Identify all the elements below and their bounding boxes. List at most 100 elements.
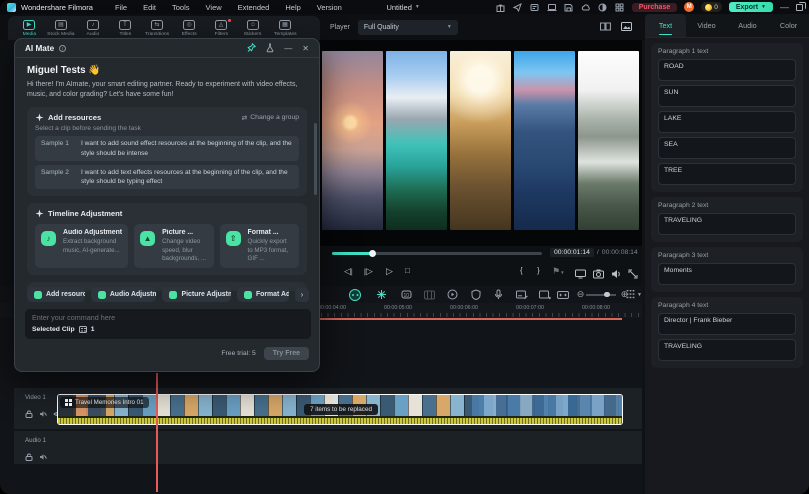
feature-format-adjustment[interactable]: ⇧ Format ... Quickly export to MP3 forma… [220, 224, 299, 268]
previous-frame-button[interactable]: ◁| [344, 265, 353, 279]
text-field-moments[interactable]: Moments [658, 263, 796, 285]
project-title[interactable]: Untitled▼ [386, 3, 419, 12]
ai-mate-header[interactable]: AI Mate i — ✕ [15, 39, 319, 58]
ai-copilot-button[interactable] [348, 288, 361, 301]
device-icon[interactable] [547, 2, 557, 12]
quality-select[interactable]: Full Quality▼ [358, 20, 458, 35]
tab-filters[interactable]: ◬Filters [206, 20, 236, 37]
text-field-sun[interactable]: SUN [658, 85, 796, 107]
playhead[interactable] [156, 373, 158, 492]
tab-transitions[interactable]: ⇆Transitions [142, 20, 172, 37]
menu-extended[interactable]: Extended [230, 3, 278, 12]
restore-button[interactable] [796, 4, 803, 11]
chips-next-button[interactable]: › [295, 288, 309, 302]
feature-audio-adjustment[interactable]: ♪ Audio Adjustment Extract background mu… [35, 224, 128, 268]
send-icon[interactable] [513, 2, 523, 12]
chip-add-resources[interactable]: Add resources [27, 287, 85, 302]
minimize-panel-icon[interactable]: — [284, 44, 292, 53]
mirror-screen-icon[interactable] [575, 266, 586, 284]
save-icon[interactable] [564, 2, 574, 12]
film-button[interactable] [423, 288, 436, 301]
zoom-slider[interactable] [586, 294, 616, 296]
mask-preview-icon[interactable] [621, 18, 632, 36]
chip-audio-adjustment[interactable]: Audio Adjustment [91, 287, 157, 302]
info-icon[interactable]: i [59, 45, 66, 52]
seek-bar[interactable] [332, 252, 542, 255]
timeline-clip[interactable]: Travel Memories Intro 01 7 items to be r… [57, 394, 623, 425]
tab-templates[interactable]: ▦Templates [270, 20, 300, 37]
menu-version[interactable]: Version [309, 3, 350, 12]
avatar[interactable]: M [684, 2, 694, 12]
tab-audio[interactable]: ♪Audio [78, 20, 108, 37]
menu-file[interactable]: File [107, 3, 135, 12]
mark-out-button[interactable]: } [537, 265, 540, 277]
snapshot-icon[interactable] [593, 266, 604, 284]
menu-view[interactable]: View [198, 3, 230, 12]
chevron-down-icon[interactable]: ▼ [637, 292, 642, 298]
change-group-button[interactable]: ⇄Change a group [242, 114, 299, 122]
render-preview-button[interactable] [446, 288, 459, 301]
text-field-traveling-2[interactable]: TRAVELING [658, 339, 796, 361]
lock-icon[interactable] [25, 405, 33, 423]
video-preview[interactable] [320, 40, 642, 246]
minimize-button[interactable]: — [780, 4, 789, 10]
sample-2[interactable]: Sample 2 I want to add text effects reso… [35, 165, 299, 189]
purchase-button[interactable]: Purchase [632, 3, 678, 12]
tab-video[interactable]: Video [686, 14, 727, 37]
split-screen-icon[interactable] [600, 18, 611, 36]
subtitle-edit-button[interactable] [515, 288, 528, 301]
play-button[interactable]: ▷ [386, 265, 393, 277]
cloud-icon[interactable] [581, 2, 591, 12]
tab-audio-props[interactable]: Audio [727, 14, 768, 37]
lock-icon[interactable] [25, 448, 33, 466]
menu-edit[interactable]: Edit [135, 3, 164, 12]
tab-effects[interactable]: ◎Effects [174, 20, 204, 37]
pin-icon[interactable] [247, 43, 256, 54]
screen-record-button[interactable] [538, 288, 551, 301]
close-panel-icon[interactable]: ✕ [302, 44, 309, 53]
text-field-director[interactable]: Director | Frank Bieber [658, 313, 796, 335]
seek-handle[interactable] [369, 250, 376, 257]
text-field-road[interactable]: ROAD [658, 59, 796, 81]
mark-in-button[interactable]: { [520, 265, 523, 277]
tab-media[interactable]: ▶Media [14, 20, 44, 37]
export-button[interactable]: Export▼ [729, 2, 773, 12]
mute-icon[interactable] [39, 448, 47, 466]
text-field-sea[interactable]: SEA [658, 137, 796, 159]
replace-items-badge[interactable]: 7 items to be replaced [304, 404, 378, 415]
tab-text[interactable]: Text [645, 14, 686, 37]
clip-tag-button[interactable]: 10 [400, 288, 413, 301]
text-field-tree[interactable]: TREE [658, 163, 796, 185]
menu-tools[interactable]: Tools [164, 3, 198, 12]
chip-format-adjustment[interactable]: Format Adju [237, 287, 289, 302]
record-voiceover-button[interactable] [492, 288, 505, 301]
coins-badge[interactable]: 0 [701, 2, 722, 12]
gift-icon[interactable] [496, 2, 506, 12]
ai-magic-button[interactable] [375, 288, 388, 301]
next-frame-button[interactable]: |▷ [364, 265, 373, 279]
auto-ripple-button[interactable] [556, 288, 569, 301]
tab-color[interactable]: Color [768, 14, 809, 37]
mute-icon[interactable] [39, 405, 47, 423]
tab-stickers[interactable]: ☺Stickers [238, 20, 268, 37]
try-free-button[interactable]: Try Free [264, 347, 309, 360]
tab-stock-media[interactable]: ▤Stock Media [46, 20, 76, 37]
lab-flask-icon[interactable] [266, 43, 274, 54]
zoom-slider-handle[interactable] [604, 292, 610, 298]
shield-button[interactable] [469, 288, 482, 301]
volume-icon[interactable] [611, 266, 622, 284]
apps-grid-icon[interactable] [615, 2, 625, 12]
theme-icon[interactable] [598, 2, 608, 12]
fullscreen-icon[interactable] [628, 266, 638, 284]
feedback-icon[interactable] [530, 2, 540, 12]
marker-icon[interactable]: ⚑▼ [552, 265, 565, 279]
menu-help[interactable]: Help [277, 3, 308, 12]
feature-picture-adjustment[interactable]: ▲ Picture ... Change video speed, blur b… [134, 224, 213, 268]
sample-1[interactable]: Sample 1 I want to add sound effect reso… [35, 136, 299, 160]
chip-picture-adjustment[interactable]: Picture Adjustment [162, 287, 230, 302]
tab-titles[interactable]: TTitles [110, 20, 140, 37]
track-manager-icon[interactable] [626, 289, 635, 299]
text-field-traveling-1[interactable]: TRAVELING [658, 213, 796, 235]
text-field-lake[interactable]: LAKE [658, 111, 796, 133]
panel-scrollbar[interactable] [314, 123, 317, 195]
